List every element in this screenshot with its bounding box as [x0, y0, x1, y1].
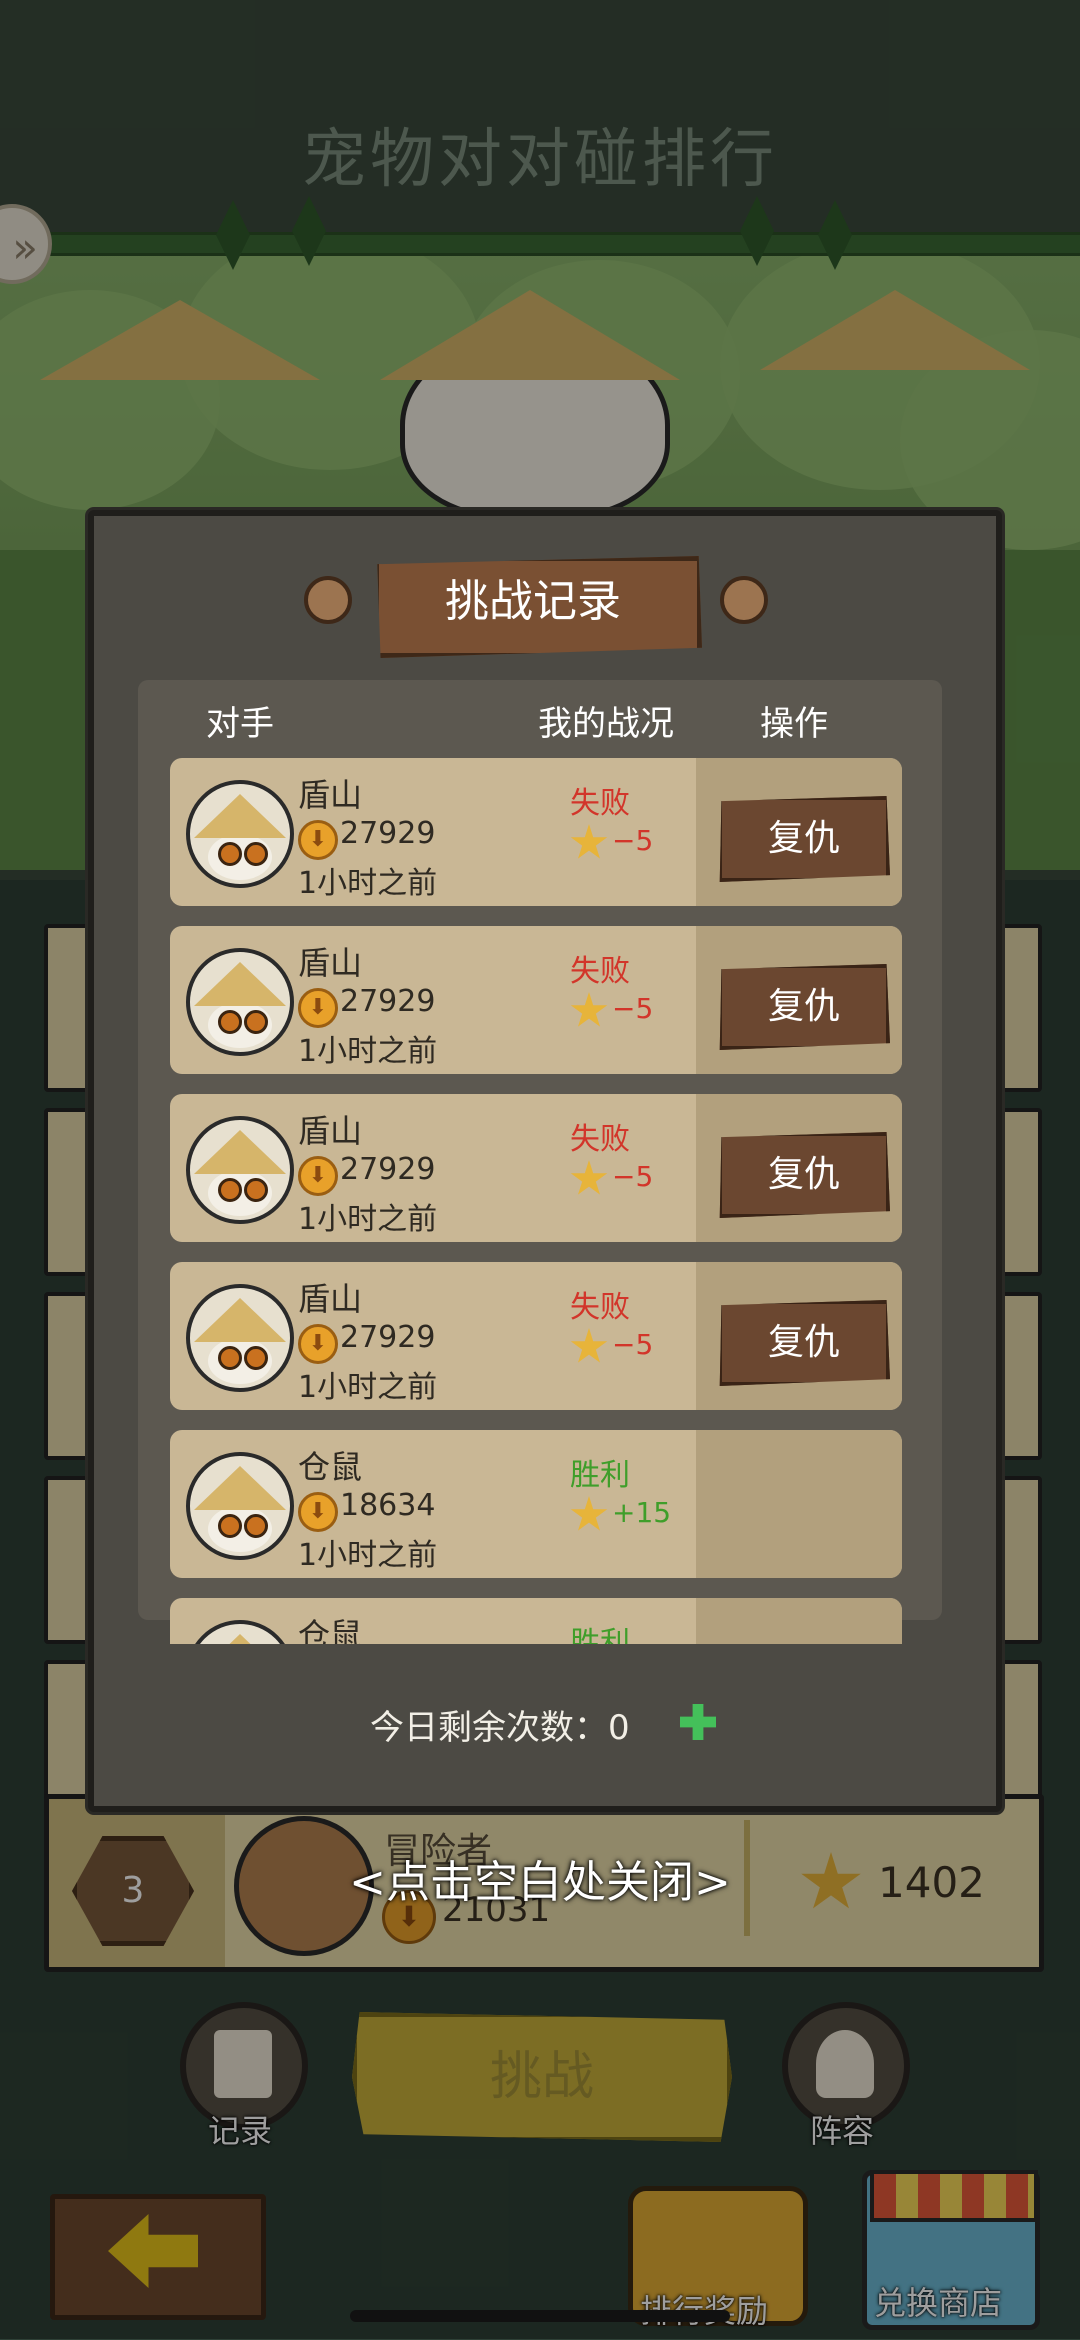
battle-result: 失败 — [570, 1122, 630, 1157]
record-row: 盾山 ⬇ 27929 1小时之前 失败 −5 复仇 — [170, 758, 902, 906]
star-delta: −5 — [612, 992, 654, 1025]
down-arrow-coin-icon: ⬇ — [298, 1324, 338, 1364]
opponent-name: 盾山 — [298, 1280, 363, 1318]
avatar — [186, 1284, 294, 1392]
star-delta: −5 — [612, 1160, 654, 1193]
opponent-name: 盾山 — [298, 776, 363, 814]
revenge-button[interactable]: 复仇 — [719, 1300, 890, 1386]
star-icon — [570, 992, 608, 1027]
revenge-button[interactable]: 复仇 — [719, 1132, 890, 1218]
column-header-action: 操作 — [760, 704, 828, 744]
record-row: 盾山 ⬇ 27929 1小时之前 失败 −5 复仇 — [170, 1262, 902, 1410]
opponent-name: 仓鼠 — [298, 1616, 363, 1644]
record-list[interactable]: 盾山 ⬇ 27929 1小时之前 失败 −5 复仇 盾山 ⬇ 27929 1小时之前 失败 −5 复仇 盾山… — [160, 748, 920, 1644]
remaining-attempts: 今日剩余次数：0 — [370, 1708, 630, 1748]
nail-decor — [720, 576, 768, 624]
opponent-score: 27929 — [340, 1152, 436, 1187]
record-row: 盾山 ⬇ 27929 1小时之前 失败 −5 复仇 — [170, 1094, 902, 1242]
down-arrow-coin-icon: ⬇ — [298, 820, 338, 860]
opponent-name: 盾山 — [298, 1112, 363, 1150]
opponent-name: 仓鼠 — [298, 1448, 363, 1486]
star-delta: −5 — [612, 1328, 654, 1361]
battle-result: 失败 — [570, 1290, 630, 1325]
avatar — [186, 780, 294, 888]
star-delta: −5 — [612, 824, 654, 857]
avatar — [186, 1116, 294, 1224]
close-hint: <点击空白处关闭> — [349, 1857, 731, 1908]
record-row: 仓鼠 胜利 — [170, 1598, 902, 1644]
battle-result: 失败 — [570, 954, 630, 989]
action-cell — [696, 1430, 902, 1578]
action-cell — [696, 1598, 902, 1644]
record-time: 1小时之前 — [298, 1202, 438, 1237]
battle-result: 失败 — [570, 786, 630, 821]
opponent-score: 27929 — [340, 816, 436, 851]
revenge-button[interactable]: 复仇 — [719, 964, 890, 1050]
avatar — [186, 1620, 294, 1644]
column-header-my-record: 我的战况 — [538, 704, 674, 744]
record-row: 盾山 ⬇ 27929 1小时之前 失败 −5 复仇 — [170, 926, 902, 1074]
star-icon — [570, 1160, 608, 1195]
record-time: 1小时之前 — [298, 1034, 438, 1069]
revenge-button[interactable]: 复仇 — [719, 796, 890, 882]
avatar — [186, 1452, 294, 1560]
avatar — [186, 948, 294, 1056]
dialog-title: 挑战记录 — [445, 576, 621, 627]
opponent-score: 18634 — [340, 1488, 436, 1523]
opponent-name: 盾山 — [298, 944, 363, 982]
down-arrow-coin-icon: ⬇ — [298, 1156, 338, 1196]
opponent-score: 27929 — [340, 1320, 436, 1355]
record-time: 1小时之前 — [298, 1370, 438, 1405]
nail-decor — [304, 576, 352, 624]
battle-result: 胜利 — [570, 1626, 630, 1644]
battle-result: 胜利 — [570, 1458, 630, 1493]
star-icon — [570, 824, 608, 859]
down-arrow-coin-icon: ⬇ — [298, 988, 338, 1028]
record-time: 1小时之前 — [298, 1538, 438, 1573]
record-row: 仓鼠 ⬇ 18634 1小时之前 胜利 +15 — [170, 1430, 902, 1578]
opponent-score: 27929 — [340, 984, 436, 1019]
down-arrow-coin-icon: ⬇ — [298, 1492, 338, 1532]
home-indicator — [350, 2310, 730, 2322]
star-icon — [570, 1328, 608, 1363]
record-time: 1小时之前 — [298, 866, 438, 901]
star-icon — [570, 1496, 608, 1531]
column-header-opponent: 对手 — [206, 704, 274, 744]
star-delta: +15 — [612, 1496, 672, 1529]
